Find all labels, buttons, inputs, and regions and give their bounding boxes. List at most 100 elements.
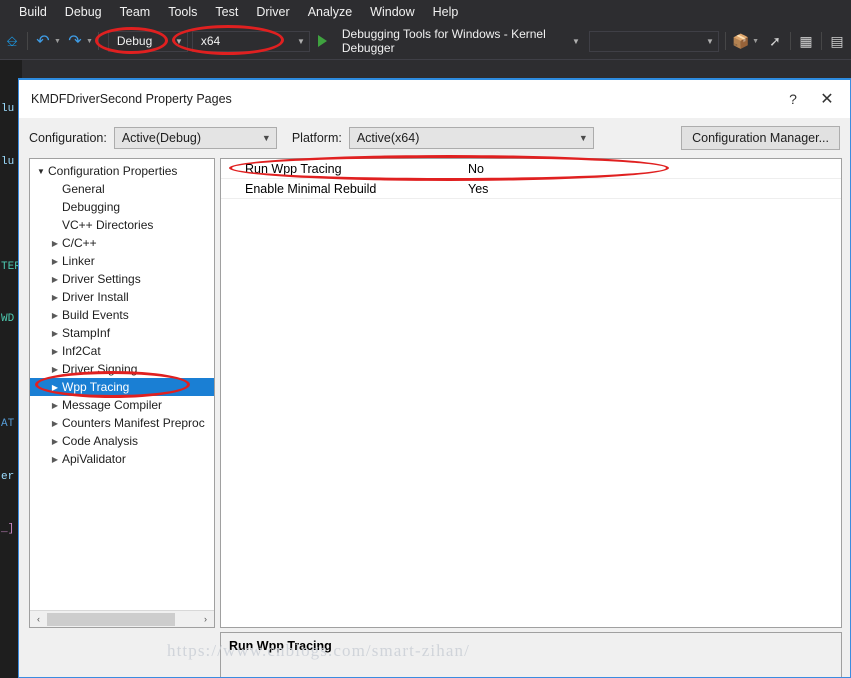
tree-item-label: Inf2Cat xyxy=(62,344,101,358)
branch-icon[interactable]: ➚ xyxy=(765,31,785,51)
toolbar-separator-3 xyxy=(725,32,727,50)
triangle-right-icon[interactable]: ▶ xyxy=(48,365,62,374)
triangle-right-icon[interactable]: ▶ xyxy=(48,419,62,428)
tree-item-label: Counters Manifest Preproc xyxy=(62,416,205,430)
tree-item-label: Configuration Properties xyxy=(48,164,178,178)
menu-item-window[interactable]: Window xyxy=(361,2,423,22)
configuration-label: Configuration: xyxy=(29,131,107,145)
scrollbar-thumb[interactable] xyxy=(47,612,175,626)
chevron-down-icon: ▼ xyxy=(174,36,183,46)
tree-item-wpp-tracing[interactable]: ▶ Wpp Tracing xyxy=(30,378,214,396)
configuration-row: Configuration: Active(Debug) ▼ Platform:… xyxy=(19,118,850,158)
triangle-right-icon[interactable]: ▶ xyxy=(48,347,62,356)
dialog-title-bar: KMDFDriverSecond Property Pages ? ✕ xyxy=(19,80,850,118)
configuration-select[interactable]: Active(Debug) ▼ xyxy=(113,127,277,149)
redo-dropdown-icon[interactable]: ▼ xyxy=(86,38,93,45)
scroll-left-icon[interactable]: ‹ xyxy=(31,611,46,627)
tree-item-code-analysis[interactable]: ▶ Code Analysis xyxy=(30,432,214,450)
window-icon[interactable]: ▦ xyxy=(796,31,816,51)
tree-item-stampinf[interactable]: ▶ StampInf xyxy=(30,324,214,342)
triangle-right-icon[interactable]: ▶ xyxy=(48,455,62,464)
tree-item-label: C/C++ xyxy=(62,236,97,250)
tree-item-message-compiler[interactable]: ▶ Message Compiler xyxy=(30,396,214,414)
chevron-down-icon: ▼ xyxy=(705,36,714,46)
tree-item-driver-settings[interactable]: ▶ Driver Settings xyxy=(30,270,214,288)
tree-item-label: ApiValidator xyxy=(62,452,126,466)
tree-item-counters-manifest-preproc[interactable]: ▶ Counters Manifest Preproc xyxy=(30,414,214,432)
menu-item-tools[interactable]: Tools xyxy=(159,2,206,22)
tree-item-linker[interactable]: ▶ Linker xyxy=(30,252,214,270)
triangle-right-icon[interactable]: ▶ xyxy=(48,401,62,410)
close-icon[interactable]: ✕ xyxy=(810,84,844,114)
tree-item-build-events[interactable]: ▶ Build Events xyxy=(30,306,214,324)
toolbar-separator-5 xyxy=(821,32,822,50)
property-name: Run Wpp Tracing xyxy=(245,161,342,176)
dialog-title: KMDFDriverSecond Property Pages xyxy=(31,92,232,106)
save-all-icon[interactable]: ⎒ xyxy=(2,31,22,51)
undo-dropdown-icon[interactable]: ▼ xyxy=(54,38,61,45)
dialog-body: ▼ Configuration Properties General Debug… xyxy=(29,158,842,628)
property-name: Enable Minimal Rebuild xyxy=(245,181,377,196)
triangle-right-icon[interactable]: ▶ xyxy=(48,437,62,446)
tree-item-label: Build Events xyxy=(62,308,129,322)
menu-bar: Build Debug Team Tools Test Driver Analy… xyxy=(0,0,851,23)
tree-item-configuration-properties[interactable]: ▼ Configuration Properties xyxy=(30,162,214,180)
triangle-right-icon[interactable]: ▶ xyxy=(48,329,62,338)
scrollbar-track[interactable] xyxy=(176,612,198,626)
solution-platform-combo[interactable]: x64 ▼ xyxy=(191,30,310,52)
platform-select[interactable]: Active(x64) ▼ xyxy=(348,127,594,149)
tree-item-driver-install[interactable]: ▶ Driver Install xyxy=(30,288,214,306)
triangle-right-icon[interactable]: ▶ xyxy=(48,239,62,248)
triangle-right-icon[interactable]: ▶ xyxy=(48,311,62,320)
table-row[interactable]: Run Wpp Tracing No xyxy=(221,159,841,179)
chevron-down-icon: ▼ xyxy=(578,133,588,143)
tree-item-label: Debugging xyxy=(62,200,121,214)
tree-item-label: VC++ Directories xyxy=(62,218,154,232)
menu-item-team[interactable]: Team xyxy=(111,2,160,22)
property-value[interactable]: Yes xyxy=(468,182,841,196)
menu-item-test[interactable]: Test xyxy=(206,2,247,22)
menu-item-analyze[interactable]: Analyze xyxy=(299,2,361,22)
platform-label: Platform: xyxy=(291,131,342,145)
tree-item-label: Wpp Tracing xyxy=(62,380,130,394)
tree-item-debugging[interactable]: Debugging xyxy=(30,198,214,216)
menu-item-driver[interactable]: Driver xyxy=(247,2,298,22)
vs-window: lu lu TER WD AT er _] // NT // WD // Ko … xyxy=(0,0,851,678)
tree-item-label: StampInf xyxy=(62,326,111,340)
chevron-down-icon: ▼ xyxy=(296,36,305,46)
tree-horizontal-scrollbar[interactable]: ‹ › xyxy=(30,610,214,627)
property-tree[interactable]: ▼ Configuration Properties General Debug… xyxy=(30,159,214,610)
chevron-down-icon: ▼ xyxy=(261,133,271,143)
debug-target-combo[interactable]: Debugging Tools for Windows - Kernel Deb… xyxy=(332,27,585,55)
menu-item-debug[interactable]: Debug xyxy=(56,2,111,22)
tree-item-general[interactable]: General xyxy=(30,180,214,198)
menu-item-help[interactable]: Help xyxy=(424,2,468,22)
notebook-icon[interactable]: ▤ xyxy=(827,31,847,51)
table-row[interactable]: Enable Minimal Rebuild Yes xyxy=(221,179,841,199)
triangle-down-icon[interactable]: ▼ xyxy=(34,167,48,176)
package-dropdown-icon[interactable]: ▼ xyxy=(752,38,759,45)
scroll-right-icon[interactable]: › xyxy=(198,611,213,627)
secondary-target-combo[interactable]: ▼ xyxy=(588,30,719,52)
tree-item-c-cpp[interactable]: ▶ C/C++ xyxy=(30,234,214,252)
triangle-right-icon[interactable]: ▶ xyxy=(48,293,62,302)
tree-item-driver-signing[interactable]: ▶ Driver Signing xyxy=(30,360,214,378)
toolbar-separator-2 xyxy=(97,32,99,50)
redo-icon[interactable]: ↷ xyxy=(65,31,85,51)
triangle-right-icon[interactable]: ▶ xyxy=(48,383,62,392)
help-icon[interactable]: ? xyxy=(776,84,810,114)
triangle-right-icon[interactable]: ▶ xyxy=(48,257,62,266)
property-value[interactable]: No xyxy=(468,162,841,176)
undo-icon[interactable]: ↶ xyxy=(33,31,53,51)
solution-configuration-combo[interactable]: Debug ▼ xyxy=(107,30,188,52)
start-debugging-icon[interactable] xyxy=(317,35,327,47)
package-icon[interactable]: 📦 xyxy=(731,31,751,51)
tree-item-label: Driver Settings xyxy=(62,272,141,286)
tree-item-vcpp-directories[interactable]: VC++ Directories xyxy=(30,216,214,234)
property-description-pane: Run Wpp Tracing xyxy=(220,632,842,677)
triangle-right-icon[interactable]: ▶ xyxy=(48,275,62,284)
tree-item-apivalidator[interactable]: ▶ ApiValidator xyxy=(30,450,214,468)
menu-item-build[interactable]: Build xyxy=(10,2,56,22)
configuration-manager-button[interactable]: Configuration Manager... xyxy=(681,126,840,150)
tree-item-inf2cat[interactable]: ▶ Inf2Cat xyxy=(30,342,214,360)
